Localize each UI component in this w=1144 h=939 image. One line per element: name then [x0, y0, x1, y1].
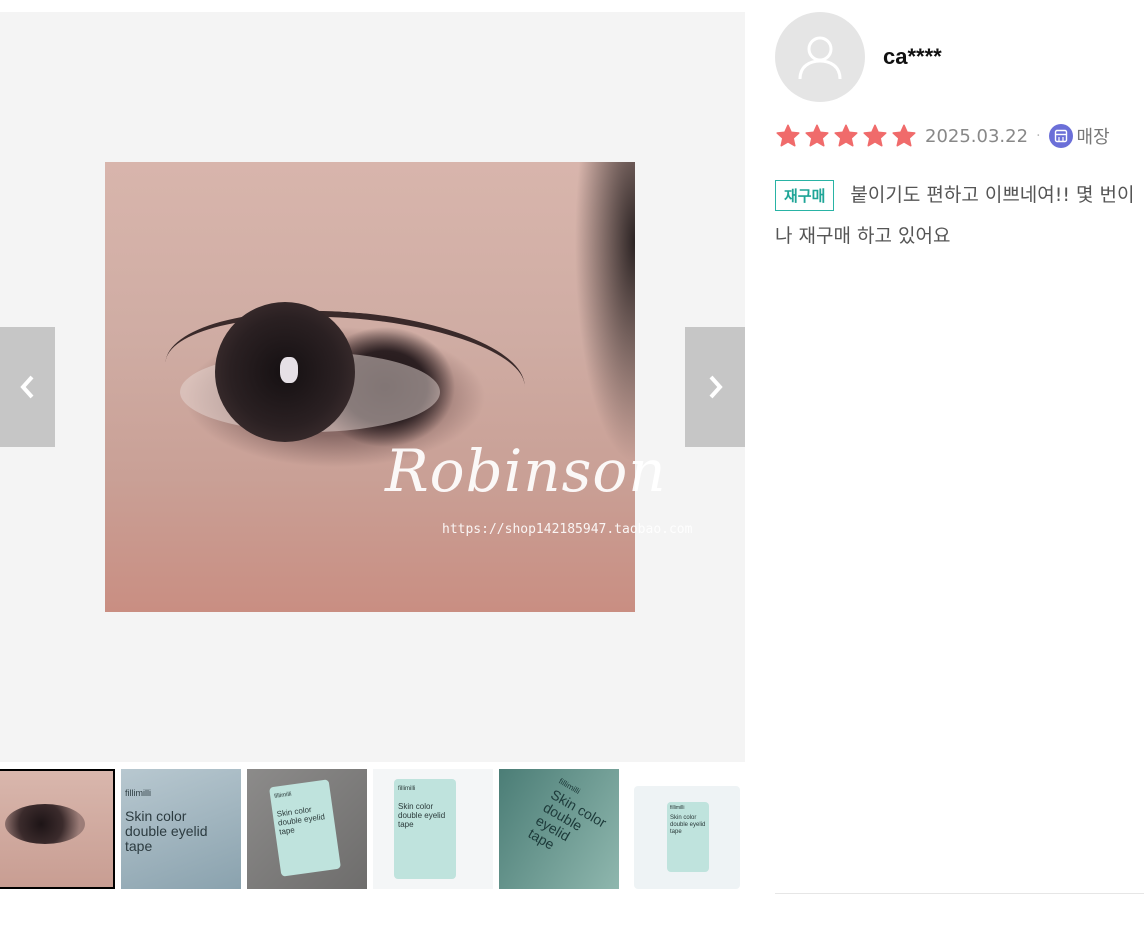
user-icon — [798, 36, 842, 80]
thumbnail-5[interactable]: fillimilli Skin color double eyelid tape — [499, 769, 619, 889]
thumbnail-3[interactable]: fillimilli Skin color double eyelid tape — [247, 769, 367, 889]
star-icon — [776, 124, 800, 147]
purchase-channel-label: 매장 — [1076, 127, 1110, 148]
thumbnail-4[interactable]: fillimilli Skin color double eyelid tape — [373, 769, 493, 889]
meta-separator: · — [1036, 128, 1041, 144]
thumbnail-strip: fillimilli Skin color double eyelid tape… — [0, 769, 745, 889]
eye-glint — [280, 357, 298, 383]
star-icon — [863, 124, 887, 147]
thumbnail-caption: Skin color double eyelid tape — [125, 808, 208, 854]
thumbnail-package: fillimilli Skin color double eyelid tape — [269, 779, 341, 877]
thumbnail-package: fillimilli Skin color double eyelid tape — [394, 779, 456, 879]
thumbnail-caption-brand: fillimilli — [125, 788, 151, 798]
star-rating — [775, 123, 917, 149]
avatar — [775, 12, 865, 102]
thumbnail-caption: fillimilli Skin color double eyelid tape — [525, 776, 610, 853]
repurchase-badge: 재구매 — [775, 180, 835, 211]
next-photo-button[interactable] — [685, 327, 745, 447]
star-icon — [892, 124, 916, 147]
thumbnail-6[interactable]: fillimilli Skin color double eyelid tape — [634, 786, 740, 889]
review-date: 2025.03.22 — [925, 125, 1029, 147]
review-meta: 2025.03.22 · 매장 — [775, 122, 1110, 150]
thumbnail-2[interactable]: fillimilli Skin color double eyelid tape — [121, 769, 241, 889]
review-body: 재구매 붙이기도 편하고 이쁘네여!! 몇 번이나 재구매 하고 있어요 — [775, 175, 1144, 257]
previous-photo-button[interactable] — [0, 327, 55, 447]
thumbnail-eye-image — [5, 804, 85, 844]
thumbnail-package: fillimilli Skin color double eyelid tape — [667, 802, 709, 872]
thumbnail-1[interactable] — [0, 769, 115, 889]
review-photo-viewer: Robinson https://shop142185947.taobao.co… — [0, 12, 745, 762]
chevron-left-icon — [19, 375, 33, 399]
review-main-photo — [105, 162, 635, 612]
star-icon — [805, 124, 829, 147]
store-icon — [1048, 124, 1073, 148]
reviewer-username: ca**** — [883, 44, 942, 69]
chevron-right-icon — [709, 375, 723, 399]
divider — [775, 893, 1144, 894]
star-icon — [834, 124, 858, 147]
